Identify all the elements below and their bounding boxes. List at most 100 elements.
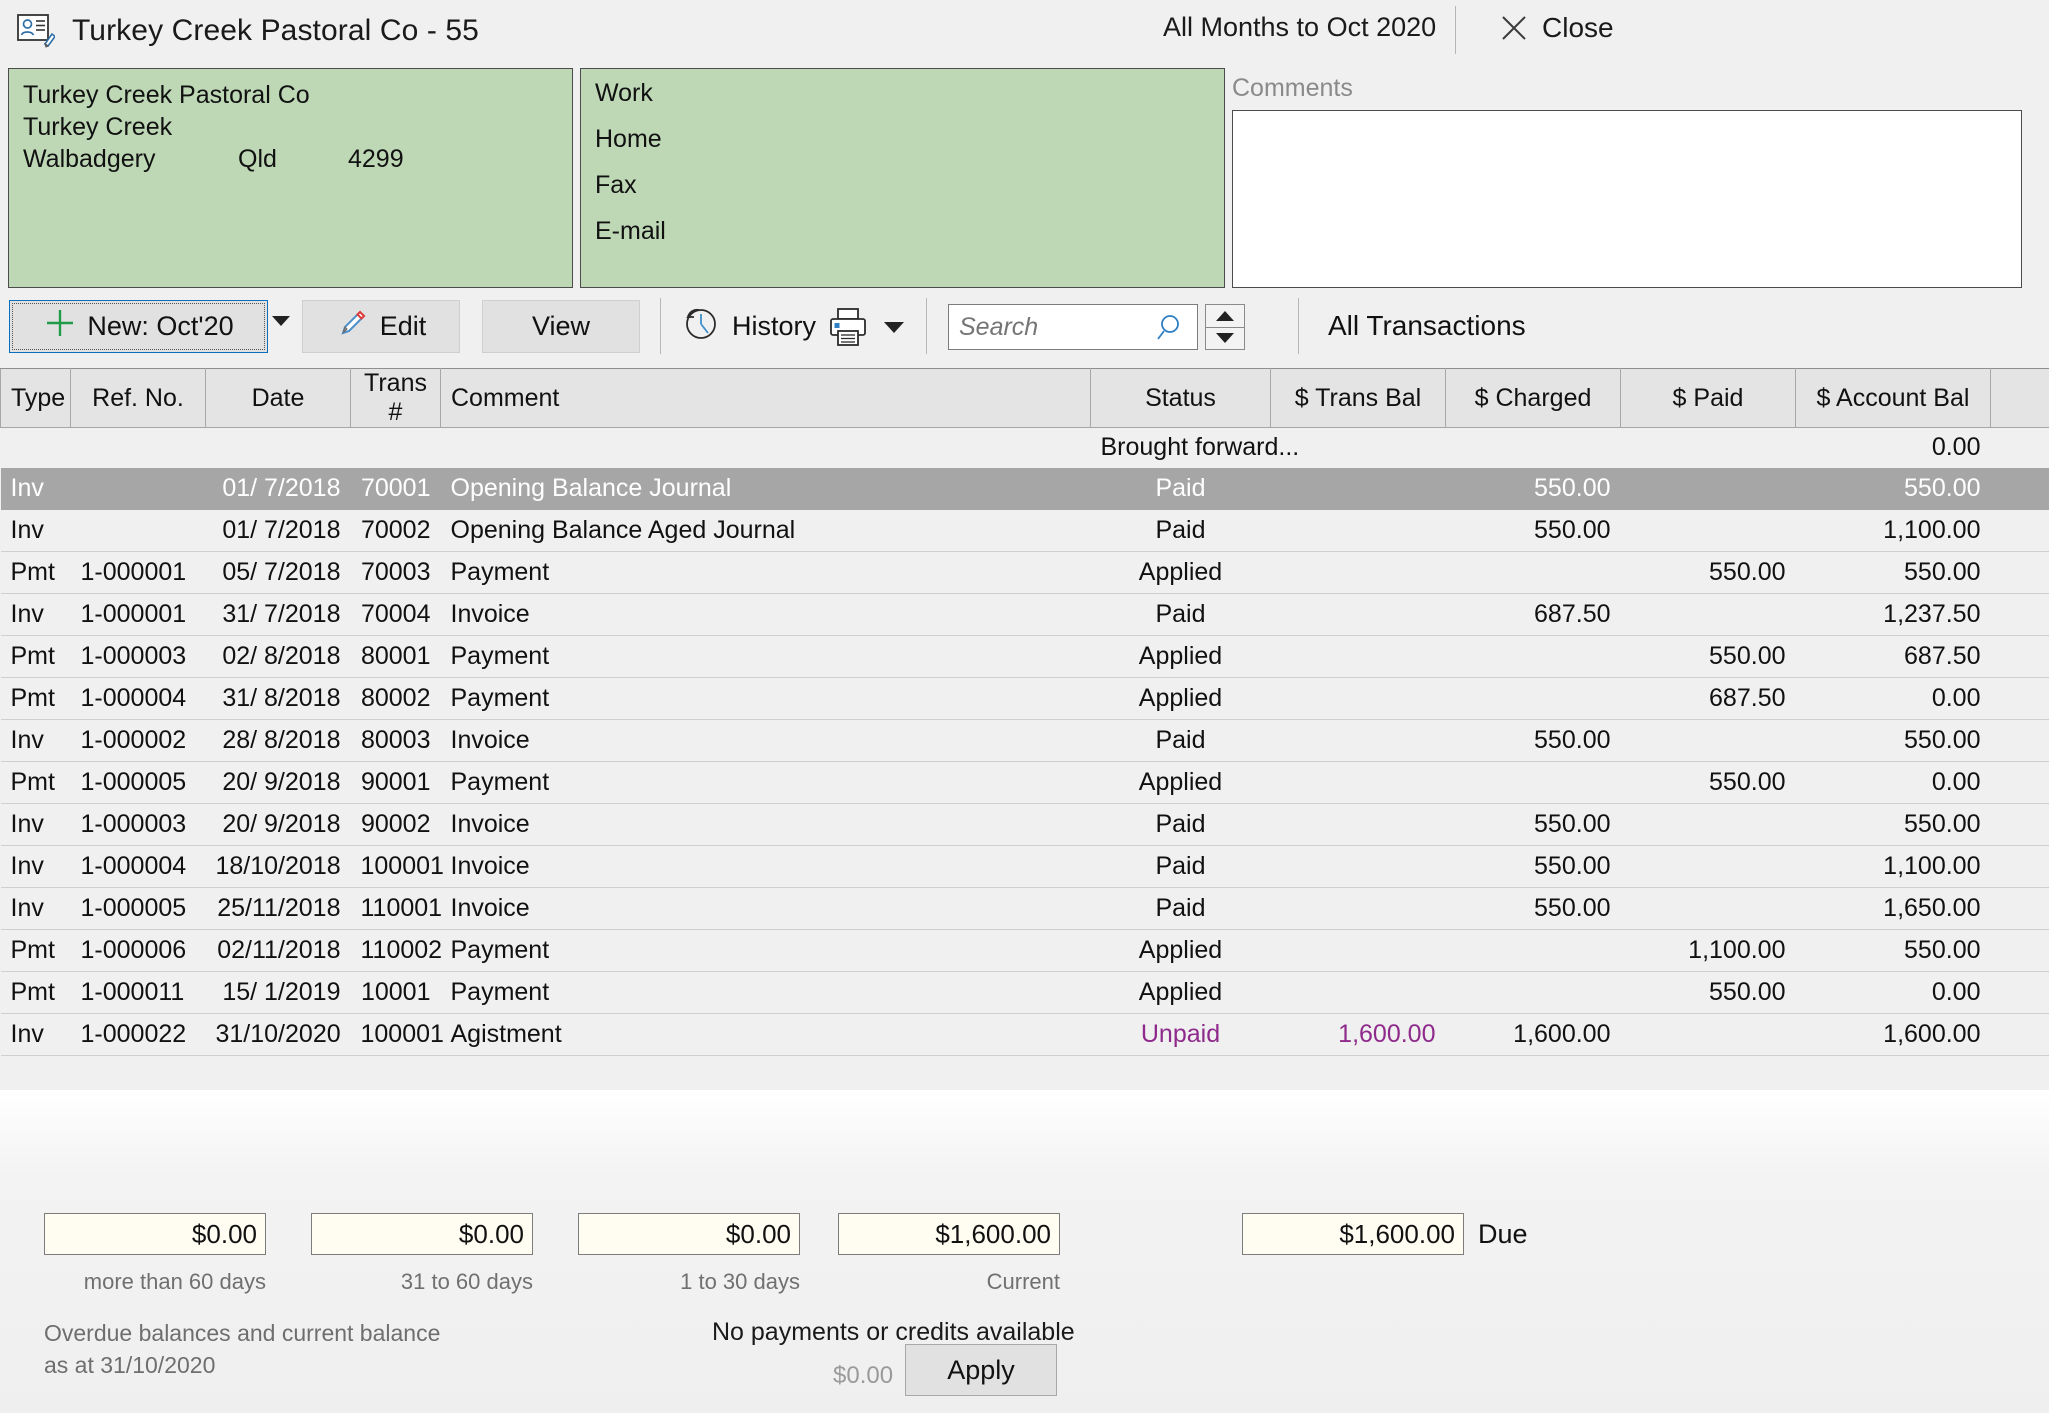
cell-spacer bbox=[1990, 593, 2049, 636]
cell-type: Pmt bbox=[0, 971, 71, 1014]
table-row[interactable]: Inv 01/ 7/2018 70001 Opening Balance Journa… bbox=[0, 467, 2049, 510]
column-header-trans-num[interactable]: Trans # bbox=[350, 368, 441, 428]
search-stepper-down[interactable] bbox=[1206, 326, 1244, 350]
cell-trans-num: 110002 bbox=[350, 929, 442, 972]
cell-trans-bal bbox=[1270, 467, 1446, 510]
table-row[interactable]: Inv 1-000003 20/ 9/2018 90002 Invoice Paid 550… bbox=[0, 803, 2049, 846]
cell-charged bbox=[1445, 677, 1621, 720]
cell-trans-bal bbox=[1270, 719, 1446, 762]
column-header-type[interactable]: Type bbox=[0, 368, 71, 428]
cell-paid: 550.00 bbox=[1620, 971, 1796, 1014]
table-row[interactable]: Inv 1-000004 18/10/2018 100001 Invoice Paid 55… bbox=[0, 845, 2049, 888]
column-header-date[interactable]: Date bbox=[205, 368, 351, 428]
cell-trans-num: 10001 bbox=[350, 971, 441, 1014]
comments-input[interactable] bbox=[1232, 110, 2022, 288]
cell-comment: Opening Balance Journal bbox=[440, 467, 1091, 510]
cell-comment: Invoice bbox=[440, 593, 1091, 636]
print-dropdown-chevron-down-icon[interactable] bbox=[884, 322, 904, 333]
column-header-charged[interactable]: $ Charged bbox=[1445, 368, 1621, 428]
cell-trans-num: 90001 bbox=[350, 761, 441, 804]
cell-status: Applied bbox=[1090, 971, 1271, 1014]
aging-bucket-current: Current bbox=[838, 1213, 1060, 1295]
cell-date: 25/11/2018 bbox=[205, 887, 351, 930]
column-header-ref-no[interactable]: Ref. No. bbox=[70, 368, 206, 428]
cell-paid: 1,100.00 bbox=[1620, 929, 1796, 972]
cell-status: Applied bbox=[1090, 635, 1271, 678]
printer-icon bbox=[825, 308, 871, 352]
cell-status: Paid bbox=[1090, 467, 1271, 510]
table-row[interactable]: Inv 01/ 7/2018 70002 Opening Balance Aged J… bbox=[0, 509, 2049, 552]
table-row[interactable]: Inv 1-000001 31/ 7/2018 70004 Invoice Paid 687… bbox=[0, 593, 2049, 636]
address-panel[interactable]: Turkey Creek Pastoral Co Turkey Creek Wa… bbox=[8, 68, 573, 288]
table-row[interactable]: Pmt 1-000011 15/ 1/2019 10001 Payment Applied… bbox=[0, 971, 2049, 1014]
cell-paid bbox=[1620, 467, 1796, 510]
cell-spacer bbox=[1990, 971, 2049, 1014]
table-row[interactable]: Inv 1-000022 31/10/2020 100001 Agistment Unpa… bbox=[0, 1013, 2049, 1056]
cell-comment: Invoice bbox=[440, 845, 1091, 888]
cell-paid: 550.00 bbox=[1620, 635, 1796, 678]
table-row[interactable]: Inv 1-000002 28/ 8/2018 80003 Invoice Paid 550… bbox=[0, 719, 2049, 762]
cell-trans-bal: 1,600.00 bbox=[1270, 1013, 1446, 1056]
cell-account-bal: 687.50 bbox=[1795, 635, 1991, 678]
apply-button[interactable]: Apply bbox=[905, 1344, 1057, 1396]
cell-trans-bal bbox=[1270, 845, 1446, 888]
comments-label: Comments bbox=[1232, 74, 1353, 102]
cell-trans-bal bbox=[1270, 593, 1446, 636]
cell-trans-num: 100001 bbox=[350, 1013, 444, 1056]
aging-bucket-1-30: 1 to 30 days bbox=[578, 1213, 800, 1295]
column-header-comment[interactable]: Comment bbox=[440, 368, 1091, 428]
view-button[interactable]: View bbox=[482, 300, 640, 353]
cell-date: 15/ 1/2019 bbox=[205, 971, 351, 1014]
column-header-status[interactable]: Status bbox=[1090, 368, 1271, 428]
table-row[interactable]: Pmt 1-000006 02/11/2018 110002 Payment Applie… bbox=[0, 929, 2049, 972]
column-header-account-bal[interactable]: $ Account Bal bbox=[1795, 368, 1991, 428]
titlebar-divider bbox=[1455, 6, 1456, 54]
table-row[interactable]: Pmt 1-000005 20/ 9/2018 90001 Payment Applied… bbox=[0, 761, 2049, 804]
due-total-value[interactable] bbox=[1242, 1213, 1464, 1255]
print-button[interactable] bbox=[825, 306, 871, 353]
cell-charged: 550.00 bbox=[1445, 509, 1621, 552]
aging-value-1-30[interactable] bbox=[578, 1213, 800, 1255]
edit-button[interactable]: Edit bbox=[302, 300, 460, 353]
table-row[interactable]: Pmt 1-000003 02/ 8/2018 80001 Payment Applied… bbox=[0, 635, 2049, 678]
toolbar-divider-1 bbox=[660, 298, 661, 354]
search-input[interactable] bbox=[948, 304, 1198, 350]
table-row[interactable]: Pmt 1-000004 31/ 8/2018 80002 Payment Applied… bbox=[0, 677, 2049, 720]
plus-icon bbox=[43, 306, 77, 347]
cell-spacer bbox=[1990, 719, 2049, 762]
search-stepper[interactable] bbox=[1205, 304, 1245, 350]
cell-spacer bbox=[1990, 635, 2049, 678]
column-header-spacer bbox=[1990, 368, 2049, 428]
cell-comment: Payment bbox=[440, 929, 1091, 972]
cell-comment: Payment bbox=[440, 761, 1091, 804]
close-button[interactable]: Close bbox=[1490, 8, 1624, 48]
cell-trans-num: 80001 bbox=[350, 635, 441, 678]
address-street: Turkey Creek bbox=[23, 113, 173, 141]
period-label: All Months to Oct 2020 bbox=[1163, 12, 1437, 42]
aging-value-over-60[interactable] bbox=[44, 1213, 266, 1255]
new-transaction-button[interactable]: New: Oct'20 bbox=[9, 300, 268, 353]
overdue-note: Overdue balances and current balance as … bbox=[44, 1318, 440, 1381]
contact-panel[interactable]: Work Home Fax E-mail bbox=[580, 68, 1225, 288]
column-header-trans-bal[interactable]: $ Trans Bal bbox=[1270, 368, 1446, 428]
table-row[interactable]: Inv 1-000005 25/11/2018 110001 Invoice Paid 55… bbox=[0, 887, 2049, 930]
cell-type: Pmt bbox=[0, 929, 71, 972]
cell-trans-bal bbox=[1270, 929, 1446, 972]
search-stepper-up[interactable] bbox=[1206, 305, 1244, 327]
new-dropdown-chevron-down-icon[interactable] bbox=[272, 316, 290, 326]
transaction-filter-label[interactable]: All Transactions bbox=[1328, 310, 1526, 342]
cell-date: 02/ 8/2018 bbox=[205, 635, 351, 678]
cell-type: Inv bbox=[0, 719, 71, 762]
contact-email-label: E-mail bbox=[595, 217, 666, 245]
cell-charged: 550.00 bbox=[1445, 887, 1621, 930]
cell-status: Applied bbox=[1090, 677, 1271, 720]
aging-value-current[interactable] bbox=[838, 1213, 1060, 1255]
aging-value-31-60[interactable] bbox=[311, 1213, 533, 1255]
cell-status: Unpaid bbox=[1090, 1013, 1271, 1056]
cell-spacer bbox=[1990, 509, 2049, 552]
cell-trans-bal bbox=[1270, 509, 1446, 552]
history-button[interactable]: History bbox=[680, 302, 816, 351]
cell-trans-bal bbox=[1270, 635, 1446, 678]
table-row[interactable]: Pmt 1-000001 05/ 7/2018 70003 Payment Applied… bbox=[0, 551, 2049, 594]
column-header-paid[interactable]: $ Paid bbox=[1620, 368, 1796, 428]
